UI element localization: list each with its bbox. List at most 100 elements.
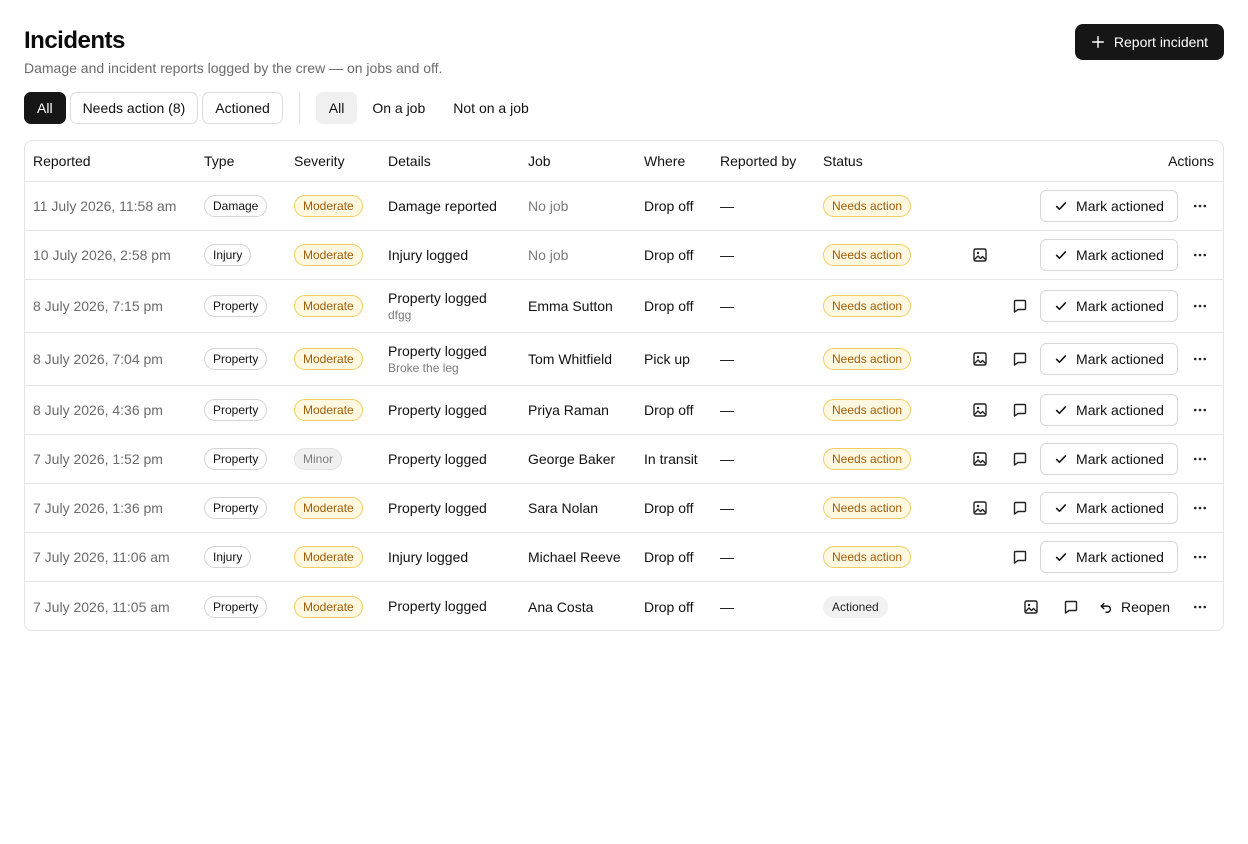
comment-icon[interactable]	[1006, 292, 1034, 320]
status-badge: Needs action	[823, 195, 912, 217]
actions-cell: Mark actioned	[966, 533, 1214, 581]
more-actions-button[interactable]	[1186, 494, 1214, 522]
severity-badge: Moderate	[294, 195, 363, 217]
table-body: 11 July 2026, 11:58 am Damage Moderate D…	[25, 182, 1223, 630]
severity-badge: Moderate	[294, 295, 363, 317]
check-icon	[1054, 248, 1068, 262]
reported-by-cell: —	[720, 298, 734, 314]
mark-actioned-button[interactable]: Mark actioned	[1040, 290, 1178, 322]
status-cell: Actioned	[823, 582, 888, 630]
filter-divider	[298, 92, 300, 124]
column-header-job: Job	[528, 153, 551, 169]
reopen-button[interactable]: Reopen	[1091, 591, 1178, 623]
status-filter-needs-action[interactable]: Needs action (8)	[69, 92, 199, 124]
column-header-type: Type	[204, 153, 235, 169]
actions-cell: Mark actioned	[966, 386, 1214, 434]
column-header-where: Where	[644, 153, 686, 169]
table-row: 7 July 2026, 1:36 pm Property Moderate P…	[25, 484, 1223, 533]
severity-cell: Moderate	[294, 533, 363, 581]
photo-icon[interactable]	[966, 241, 994, 269]
type-badge: Injury	[204, 546, 252, 568]
status-cell: Needs action	[823, 533, 912, 581]
severity-cell: Moderate	[294, 484, 363, 532]
details-cell: Property logged dfgg	[388, 280, 487, 332]
more-actions-button[interactable]	[1186, 593, 1214, 621]
check-icon	[1054, 199, 1068, 213]
job-cell: Priya Raman	[528, 402, 609, 418]
more-actions-button[interactable]	[1186, 292, 1214, 320]
comment-icon[interactable]	[1057, 593, 1085, 621]
page-header: Incidents Damage and incident reports lo…	[24, 26, 442, 77]
reported-date: 8 July 2026, 4:36 pm	[33, 402, 163, 418]
reported-date: 11 July 2026, 11:58 am	[33, 198, 177, 214]
status-cell: Needs action	[823, 435, 912, 483]
where-cell: Drop off	[644, 247, 694, 263]
more-actions-button[interactable]	[1186, 241, 1214, 269]
reported-date: 7 July 2026, 11:06 am	[33, 549, 170, 565]
where-cell: Drop off	[644, 298, 694, 314]
scope-filter-not-on-job[interactable]: Not on a job	[440, 92, 542, 124]
more-actions-button[interactable]	[1186, 192, 1214, 220]
status-badge: Actioned	[823, 595, 888, 618]
more-actions-button[interactable]	[1186, 445, 1214, 473]
details-cell: Property logged	[388, 484, 487, 532]
status-cell: Needs action	[823, 231, 912, 279]
details-title: Property logged	[388, 290, 487, 306]
more-actions-button[interactable]	[1186, 345, 1214, 373]
details-cell: Property logged	[388, 435, 487, 483]
job-cell: George Baker	[528, 451, 616, 467]
actions-cell: Mark actioned	[966, 231, 1214, 279]
more-actions-button[interactable]	[1186, 543, 1214, 571]
reported-date: 7 July 2026, 11:05 am	[33, 598, 170, 615]
scope-filter-all[interactable]: All	[315, 92, 358, 124]
reported-by-cell: —	[720, 549, 734, 565]
details-cell: Damage reported	[388, 182, 497, 230]
status-filter-actioned[interactable]: Actioned	[202, 92, 283, 124]
actions-cell: Mark actioned	[966, 333, 1214, 385]
mark-actioned-button[interactable]: Mark actioned	[1040, 492, 1178, 524]
more-horizontal-icon	[1192, 451, 1208, 467]
reported-by-cell: —	[720, 247, 734, 263]
comment-icon[interactable]	[1006, 345, 1034, 373]
photo-icon[interactable]	[1017, 593, 1045, 621]
status-badge: Needs action	[823, 448, 912, 470]
details-cell: Injury logged	[388, 231, 468, 279]
page-subtitle: Damage and incident reports logged by th…	[24, 60, 443, 76]
status-badge: Needs action	[823, 399, 912, 421]
mark-actioned-button[interactable]: Mark actioned	[1040, 239, 1178, 271]
type-badge: Property	[204, 497, 268, 519]
scope-filter-on-job[interactable]: On a job	[359, 92, 438, 124]
actions-cell: Mark actioned	[966, 435, 1214, 483]
severity-cell: Moderate	[294, 582, 363, 630]
more-actions-button[interactable]	[1186, 396, 1214, 424]
photo-icon[interactable]	[966, 445, 994, 473]
details-title: Property logged	[388, 499, 487, 516]
report-incident-button[interactable]: Report incident	[1075, 24, 1224, 60]
mark-actioned-button[interactable]: Mark actioned	[1040, 190, 1178, 222]
comment-icon[interactable]	[1006, 494, 1034, 522]
check-icon	[1054, 352, 1068, 366]
column-header-status: Status	[823, 153, 863, 169]
mark-actioned-button[interactable]: Mark actioned	[1040, 394, 1178, 426]
job-cell: No job	[528, 198, 569, 214]
status-cell: Needs action	[823, 182, 912, 230]
mark-actioned-button[interactable]: Mark actioned	[1040, 443, 1178, 475]
reported-by-cell: —	[720, 198, 734, 214]
severity-badge: Minor	[294, 448, 343, 470]
severity-badge: Moderate	[294, 348, 363, 370]
mark-actioned-button[interactable]: Mark actioned	[1040, 343, 1178, 375]
more-horizontal-icon	[1192, 549, 1208, 565]
comment-icon[interactable]	[1006, 543, 1034, 571]
photo-icon[interactable]	[966, 345, 994, 373]
type-badge: Property	[204, 295, 268, 317]
comment-icon[interactable]	[1006, 396, 1034, 424]
type-cell: Property	[204, 582, 268, 630]
photo-icon[interactable]	[966, 396, 994, 424]
photo-icon[interactable]	[966, 494, 994, 522]
check-icon	[1054, 403, 1068, 417]
mark-actioned-button[interactable]: Mark actioned	[1040, 541, 1178, 573]
reported-by-cell: —	[720, 451, 734, 467]
comment-icon[interactable]	[1006, 445, 1034, 473]
type-badge: Damage	[204, 195, 268, 217]
status-filter-all[interactable]: All	[24, 92, 66, 124]
